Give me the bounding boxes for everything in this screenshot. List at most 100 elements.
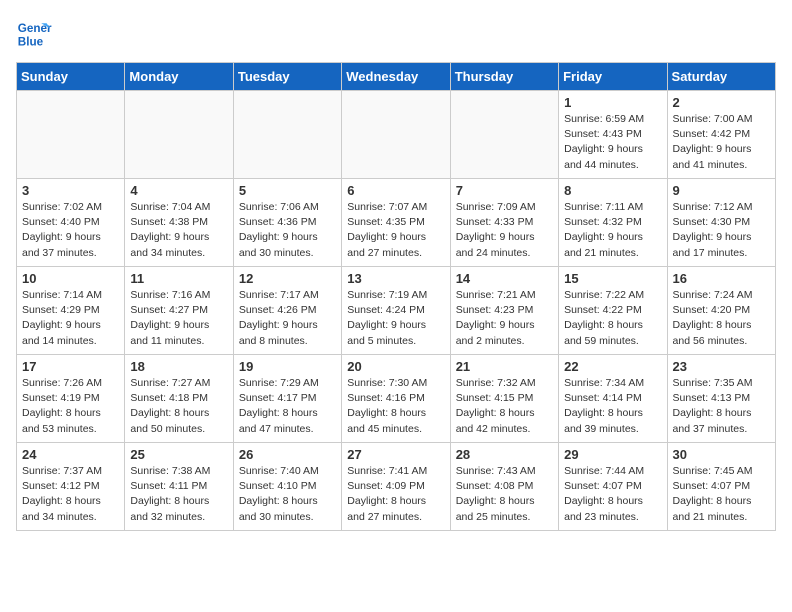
calendar-cell: 29Sunrise: 7:44 AM Sunset: 4:07 PM Dayli… bbox=[559, 443, 667, 531]
calendar-cell: 11 Sunrise: 7:16 AM Sunset: 4:27 PM Dayli… bbox=[125, 267, 233, 355]
calendar-cell: 7 Sunrise: 7:09 AM Sunset: 4:33 PM Daylig… bbox=[450, 179, 558, 267]
svg-text:Blue: Blue bbox=[18, 36, 44, 49]
calendar-cell: 23 Sunrise: 7:35 AM Sunset: 4:13 PM Dayli… bbox=[667, 355, 775, 443]
week-row-1: 1 Sunrise: 6:59 AM Sunset: 4:43 PM Daylig… bbox=[17, 91, 776, 179]
day-info: Sunrise: 7:22 AM Sunset: 4:22 PM Dayligh… bbox=[564, 288, 661, 349]
calendar-cell: 25 Sunrise: 7:38 AM Sunset: 4:11 PM Dayli… bbox=[125, 443, 233, 531]
calendar-cell: 24 Sunrise: 7:37 AM Sunset: 4:12 PM Dayli… bbox=[17, 443, 125, 531]
day-number: 11 bbox=[130, 271, 227, 286]
calendar-cell: 3Sunrise: 7:02 AM Sunset: 4:40 PM Daylig… bbox=[17, 179, 125, 267]
day-number: 6 bbox=[347, 183, 444, 198]
calendar-cell bbox=[342, 91, 450, 179]
calendar-cell: 22 Sunrise: 7:34 AM Sunset: 4:14 PM Dayli… bbox=[559, 355, 667, 443]
day-info: Sunrise: 7:19 AM Sunset: 4:24 PM Dayligh… bbox=[347, 288, 444, 349]
day-info: Sunrise: 7:04 AM Sunset: 4:38 PM Dayligh… bbox=[130, 200, 227, 261]
day-info: Sunrise: 7:35 AM Sunset: 4:13 PM Dayligh… bbox=[673, 376, 770, 437]
week-row-2: 3Sunrise: 7:02 AM Sunset: 4:40 PM Daylig… bbox=[17, 179, 776, 267]
calendar-cell: 17 Sunrise: 7:26 AM Sunset: 4:19 PM Dayli… bbox=[17, 355, 125, 443]
day-info: Sunrise: 7:06 AM Sunset: 4:36 PM Dayligh… bbox=[239, 200, 336, 261]
calendar-cell: 27Sunrise: 7:41 AM Sunset: 4:09 PM Dayli… bbox=[342, 443, 450, 531]
day-number: 25 bbox=[130, 447, 227, 462]
calendar-cell: 26 Sunrise: 7:40 AM Sunset: 4:10 PM Dayli… bbox=[233, 443, 341, 531]
day-number: 18 bbox=[130, 359, 227, 374]
day-number: 8 bbox=[564, 183, 661, 198]
day-number: 23 bbox=[673, 359, 770, 374]
calendar-cell: 10 Sunrise: 7:14 AM Sunset: 4:29 PM Dayli… bbox=[17, 267, 125, 355]
day-info: Sunrise: 7:34 AM Sunset: 4:14 PM Dayligh… bbox=[564, 376, 661, 437]
day-info: Sunrise: 7:29 AM Sunset: 4:17 PM Dayligh… bbox=[239, 376, 336, 437]
day-number: 9 bbox=[673, 183, 770, 198]
header: General Blue bbox=[16, 16, 776, 52]
calendar-cell: 4 Sunrise: 7:04 AM Sunset: 4:38 PM Daylig… bbox=[125, 179, 233, 267]
day-number: 16 bbox=[673, 271, 770, 286]
day-number: 7 bbox=[456, 183, 553, 198]
day-number: 26 bbox=[239, 447, 336, 462]
header-wednesday: Wednesday bbox=[342, 63, 450, 91]
calendar-cell: 30 Sunrise: 7:45 AM Sunset: 4:07 PM Dayli… bbox=[667, 443, 775, 531]
week-row-3: 10 Sunrise: 7:14 AM Sunset: 4:29 PM Dayli… bbox=[17, 267, 776, 355]
day-info: Sunrise: 7:11 AM Sunset: 4:32 PM Dayligh… bbox=[564, 200, 661, 261]
calendar-cell bbox=[125, 91, 233, 179]
calendar-cell: 2 Sunrise: 7:00 AM Sunset: 4:42 PM Daylig… bbox=[667, 91, 775, 179]
day-info: Sunrise: 6:59 AM Sunset: 4:43 PM Dayligh… bbox=[564, 112, 661, 173]
day-number: 13 bbox=[347, 271, 444, 286]
day-number: 17 bbox=[22, 359, 119, 374]
calendar-cell: 1 Sunrise: 6:59 AM Sunset: 4:43 PM Daylig… bbox=[559, 91, 667, 179]
day-number: 30 bbox=[673, 447, 770, 462]
calendar-cell: 28 Sunrise: 7:43 AM Sunset: 4:08 PM Dayli… bbox=[450, 443, 558, 531]
day-info: Sunrise: 7:26 AM Sunset: 4:19 PM Dayligh… bbox=[22, 376, 119, 437]
logo: General Blue bbox=[16, 16, 52, 52]
week-row-5: 24 Sunrise: 7:37 AM Sunset: 4:12 PM Dayli… bbox=[17, 443, 776, 531]
day-info: Sunrise: 7:12 AM Sunset: 4:30 PM Dayligh… bbox=[673, 200, 770, 261]
day-info: Sunrise: 7:40 AM Sunset: 4:10 PM Dayligh… bbox=[239, 464, 336, 525]
calendar-cell bbox=[17, 91, 125, 179]
day-info: Sunrise: 7:00 AM Sunset: 4:42 PM Dayligh… bbox=[673, 112, 770, 173]
day-info: Sunrise: 7:43 AM Sunset: 4:08 PM Dayligh… bbox=[456, 464, 553, 525]
days-header-row: SundayMondayTuesdayWednesdayThursdayFrid… bbox=[17, 63, 776, 91]
day-info: Sunrise: 7:27 AM Sunset: 4:18 PM Dayligh… bbox=[130, 376, 227, 437]
day-number: 21 bbox=[456, 359, 553, 374]
day-info: Sunrise: 7:32 AM Sunset: 4:15 PM Dayligh… bbox=[456, 376, 553, 437]
day-info: Sunrise: 7:14 AM Sunset: 4:29 PM Dayligh… bbox=[22, 288, 119, 349]
calendar-cell: 6 Sunrise: 7:07 AM Sunset: 4:35 PM Daylig… bbox=[342, 179, 450, 267]
day-info: Sunrise: 7:09 AM Sunset: 4:33 PM Dayligh… bbox=[456, 200, 553, 261]
calendar-cell: 12Sunrise: 7:17 AM Sunset: 4:26 PM Dayli… bbox=[233, 267, 341, 355]
calendar-cell: 18 Sunrise: 7:27 AM Sunset: 4:18 PM Dayli… bbox=[125, 355, 233, 443]
day-number: 3 bbox=[22, 183, 119, 198]
calendar-cell: 21 Sunrise: 7:32 AM Sunset: 4:15 PM Dayli… bbox=[450, 355, 558, 443]
calendar-cell: 19 Sunrise: 7:29 AM Sunset: 4:17 PM Dayli… bbox=[233, 355, 341, 443]
day-info: Sunrise: 7:30 AM Sunset: 4:16 PM Dayligh… bbox=[347, 376, 444, 437]
day-number: 24 bbox=[22, 447, 119, 462]
day-number: 10 bbox=[22, 271, 119, 286]
calendar-cell: 20Sunrise: 7:30 AM Sunset: 4:16 PM Dayli… bbox=[342, 355, 450, 443]
day-number: 22 bbox=[564, 359, 661, 374]
week-row-4: 17 Sunrise: 7:26 AM Sunset: 4:19 PM Dayli… bbox=[17, 355, 776, 443]
day-info: Sunrise: 7:24 AM Sunset: 4:20 PM Dayligh… bbox=[673, 288, 770, 349]
day-number: 4 bbox=[130, 183, 227, 198]
header-thursday: Thursday bbox=[450, 63, 558, 91]
day-info: Sunrise: 7:16 AM Sunset: 4:27 PM Dayligh… bbox=[130, 288, 227, 349]
day-number: 2 bbox=[673, 95, 770, 110]
day-number: 19 bbox=[239, 359, 336, 374]
day-number: 1 bbox=[564, 95, 661, 110]
day-number: 15 bbox=[564, 271, 661, 286]
header-friday: Friday bbox=[559, 63, 667, 91]
day-info: Sunrise: 7:45 AM Sunset: 4:07 PM Dayligh… bbox=[673, 464, 770, 525]
day-number: 14 bbox=[456, 271, 553, 286]
day-number: 28 bbox=[456, 447, 553, 462]
header-sunday: Sunday bbox=[17, 63, 125, 91]
calendar-cell: 15 Sunrise: 7:22 AM Sunset: 4:22 PM Dayli… bbox=[559, 267, 667, 355]
calendar-cell: 16 Sunrise: 7:24 AM Sunset: 4:20 PM Dayli… bbox=[667, 267, 775, 355]
day-info: Sunrise: 7:44 AM Sunset: 4:07 PM Dayligh… bbox=[564, 464, 661, 525]
calendar-cell: 14Sunrise: 7:21 AM Sunset: 4:23 PM Dayli… bbox=[450, 267, 558, 355]
calendar-table: SundayMondayTuesdayWednesdayThursdayFrid… bbox=[16, 62, 776, 531]
day-number: 12 bbox=[239, 271, 336, 286]
day-info: Sunrise: 7:38 AM Sunset: 4:11 PM Dayligh… bbox=[130, 464, 227, 525]
day-info: Sunrise: 7:37 AM Sunset: 4:12 PM Dayligh… bbox=[22, 464, 119, 525]
calendar-cell bbox=[233, 91, 341, 179]
day-info: Sunrise: 7:41 AM Sunset: 4:09 PM Dayligh… bbox=[347, 464, 444, 525]
calendar-cell bbox=[450, 91, 558, 179]
calendar-cell: 9 Sunrise: 7:12 AM Sunset: 4:30 PM Daylig… bbox=[667, 179, 775, 267]
day-info: Sunrise: 7:07 AM Sunset: 4:35 PM Dayligh… bbox=[347, 200, 444, 261]
calendar-cell: 13 Sunrise: 7:19 AM Sunset: 4:24 PM Dayli… bbox=[342, 267, 450, 355]
